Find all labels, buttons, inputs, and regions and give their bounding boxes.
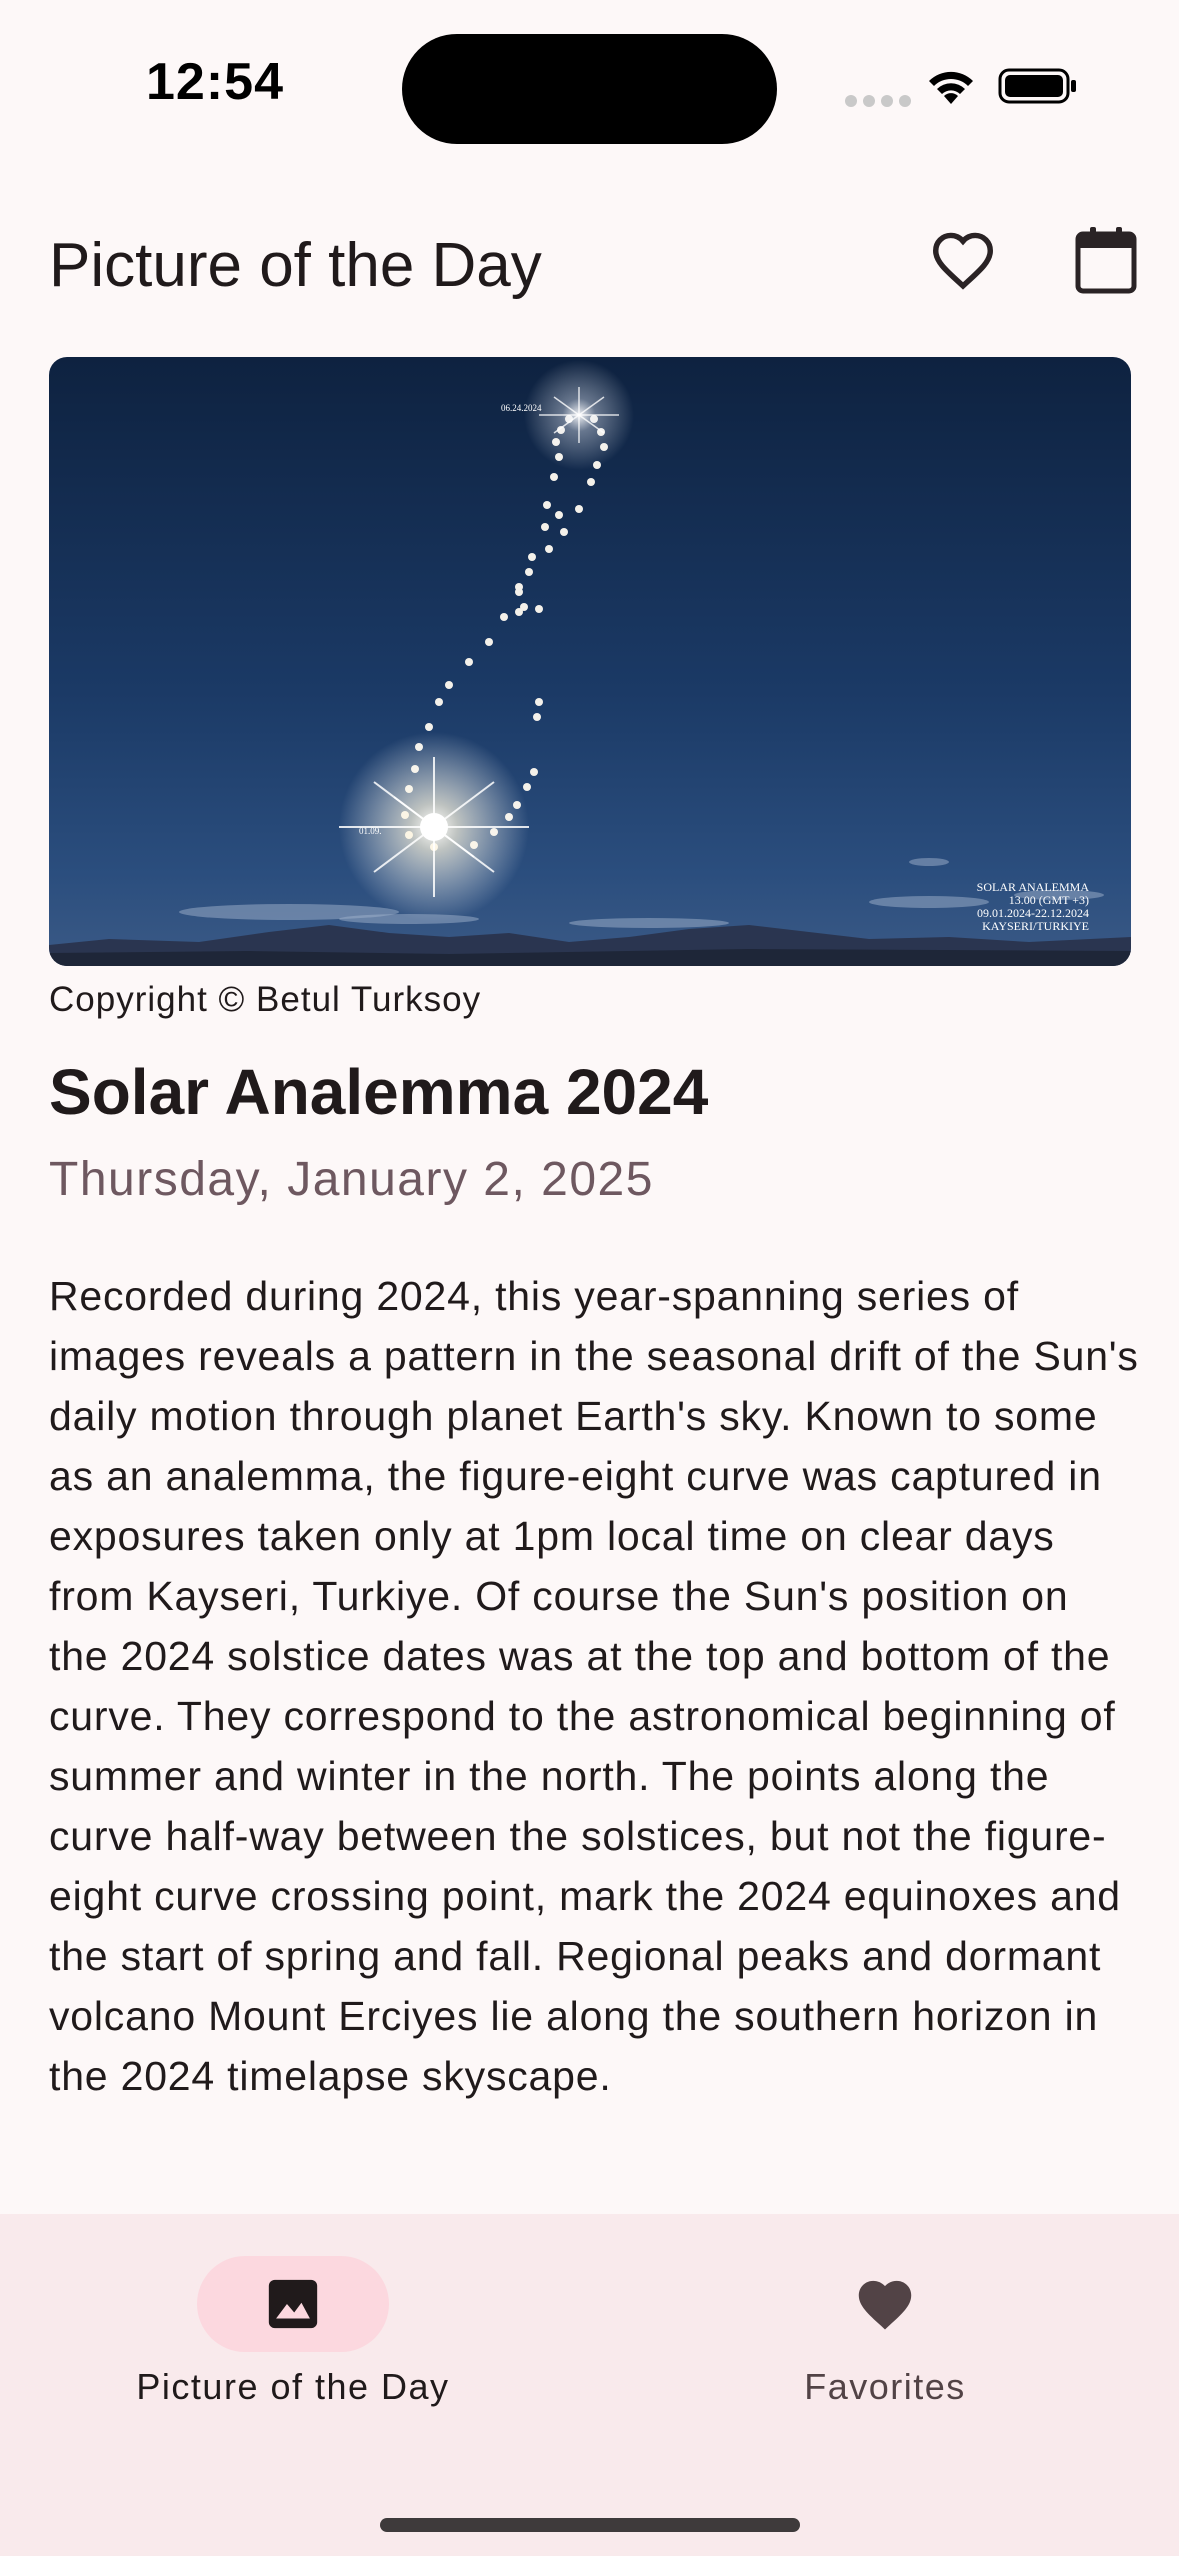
- apod-explanation: Recorded during 2024, this year-spanning…: [49, 1273, 1139, 2099]
- nav-label-favorites: Favorites: [804, 2366, 966, 2407]
- status-bar: 12:54: [0, 0, 1179, 175]
- image-caption-line2: 13.00 (GMT +3): [1009, 893, 1089, 907]
- image-icon: [268, 2279, 318, 2329]
- apod-title: Solar Analemma 2024: [49, 1056, 709, 1128]
- apod-date: Thursday, January 2, 2025: [49, 1153, 654, 1206]
- page-title: Picture of the Day: [49, 231, 542, 300]
- calendar-button[interactable]: [1058, 212, 1154, 308]
- dynamic-island: [402, 34, 777, 144]
- image-caption-line1: SOLAR ANALEMMA: [977, 880, 1090, 894]
- apod-image[interactable]: 06.24.2024 01.09. SOLAR ANALEMMA 13.00 (…: [49, 357, 1131, 966]
- active-indicator: [197, 2256, 389, 2352]
- apod-screen: 12:54 Picture of the Day 06.24.2024 01.0…: [0, 0, 1179, 2556]
- image-caption-line4: KAYSERI/TURKIYE: [982, 919, 1089, 933]
- heart-outline-icon: [932, 232, 994, 290]
- calendar-icon: [1075, 227, 1137, 294]
- cellular-signal-icon: [845, 95, 911, 107]
- home-indicator[interactable]: [380, 2518, 800, 2532]
- battery-icon: [998, 68, 1076, 104]
- top-date-label: 06.24.2024: [501, 403, 542, 413]
- inactive-indicator: [789, 2256, 981, 2352]
- nav-label-picture-of-the-day: Picture of the Day: [136, 2366, 450, 2407]
- heart-filled-icon: [858, 2280, 912, 2330]
- wifi-icon: [929, 71, 973, 104]
- nav-item-picture-of-the-day[interactable]: Picture of the Day: [103, 2256, 483, 2408]
- favorite-button[interactable]: [915, 212, 1011, 308]
- bottom-date-label: 01.09.: [359, 826, 382, 836]
- status-time: 12:54: [146, 53, 284, 111]
- top-app-bar: Picture of the Day: [0, 200, 1179, 330]
- image-caption-line3: 09.01.2024-22.12.2024: [977, 906, 1089, 920]
- bottom-navigation: Picture of the Day Favorites: [0, 2214, 1179, 2556]
- nav-item-favorites[interactable]: Favorites: [695, 2256, 1075, 2408]
- copyright-text: Copyright © Betul Turksoy: [49, 980, 482, 1019]
